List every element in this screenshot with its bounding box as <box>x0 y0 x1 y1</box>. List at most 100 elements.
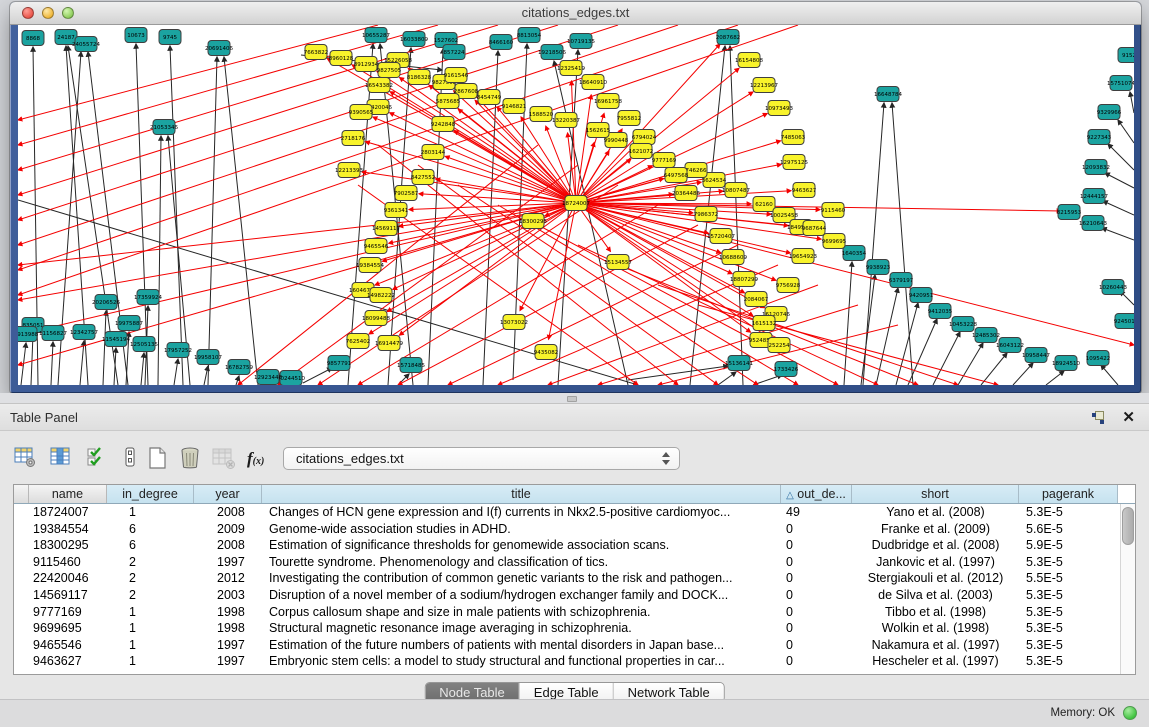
citation-edge-black[interactable] <box>103 311 106 385</box>
column-header-name[interactable]: name <box>29 485 107 503</box>
citation-edge-black[interactable] <box>628 366 728 380</box>
citation-edge-black[interactable] <box>844 262 852 385</box>
table-settings-icon[interactable] <box>14 446 38 472</box>
table-cell[interactable]: 2008 <box>194 537 262 554</box>
table-cell[interactable]: 5.3E-5 <box>1019 620 1118 637</box>
citation-edge-black[interactable] <box>892 103 913 385</box>
table-row[interactable]: 969969511998Structural magnetic resonanc… <box>14 620 1135 637</box>
table-cell[interactable]: 2 <box>107 554 194 571</box>
table-cell[interactable]: 9115460 <box>29 554 107 571</box>
table-cell[interactable]: 5.3E-5 <box>1019 637 1118 654</box>
citation-edge-black[interactable] <box>204 366 208 385</box>
citation-edge-black[interactable] <box>908 319 937 385</box>
table-cell[interactable]: 22420046 <box>29 570 107 587</box>
table-cell[interactable]: 18300295 <box>29 537 107 554</box>
table-cell[interactable]: 5.3E-5 <box>1019 653 1118 670</box>
citation-edge-red[interactable] <box>576 95 591 203</box>
memory-ok-icon[interactable] <box>1123 706 1137 720</box>
table-cell[interactable]: 1998 <box>194 620 262 637</box>
column-header-pagerank[interactable]: pagerank <box>1019 485 1118 503</box>
citation-edge-black[interactable] <box>174 359 178 385</box>
table-cell[interactable]: 0 <box>781 521 852 538</box>
new-table-icon[interactable] <box>146 446 170 472</box>
citation-graph[interactable]: 8868241872405572410673974520691406160338… <box>18 25 1134 385</box>
citation-edge-black[interactable] <box>718 372 736 385</box>
table-row[interactable]: 1456911722003Disruption of a novel membe… <box>14 587 1135 604</box>
citation-edge-red[interactable] <box>18 25 558 195</box>
citation-edge-black[interactable] <box>958 343 983 385</box>
citation-edge-black[interactable] <box>876 288 898 385</box>
citation-edge-black[interactable] <box>933 332 960 385</box>
table-cell[interactable]: Disruption of a novel member of a sodium… <box>262 587 781 604</box>
table-cell[interactable]: 5.3E-5 <box>1019 604 1118 621</box>
citation-edge-black[interactable] <box>896 303 918 385</box>
select-rows-icon[interactable] <box>86 446 110 472</box>
citation-edge-red[interactable] <box>576 203 1134 345</box>
column-header-in_degree[interactable]: in_degree <box>107 485 194 503</box>
citation-edge-red[interactable] <box>393 203 576 289</box>
table-cell[interactable]: 0 <box>781 653 852 670</box>
network-canvas[interactable]: 8868241872405572410673974520691406160338… <box>18 25 1134 385</box>
column-header-year[interactable]: year <box>194 485 262 503</box>
column-header-out_de[interactable]: △ out_de... <box>781 485 852 503</box>
table-cell[interactable]: 0 <box>781 570 852 587</box>
table-cell[interactable]: 1 <box>107 604 194 621</box>
table-cell[interactable]: Genome-wide association studies in ADHD. <box>262 521 781 538</box>
table-cell[interactable]: 9699695 <box>29 620 107 637</box>
table-cell[interactable]: 5.5E-5 <box>1019 570 1118 587</box>
table-cell[interactable]: 1998 <box>194 604 262 621</box>
column-visibility-icon[interactable] <box>50 446 74 472</box>
table-cell[interactable]: 1997 <box>194 554 262 571</box>
table-cell[interactable]: 0 <box>781 537 852 554</box>
citation-edge-black[interactable] <box>208 57 217 385</box>
citation-edge-black[interactable] <box>1130 92 1134 113</box>
table-cell[interactable]: 0 <box>781 620 852 637</box>
column-header-short[interactable]: short <box>852 485 1019 503</box>
table-cell[interactable]: 1 <box>107 620 194 637</box>
table-row[interactable]: 2242004622012Investigating the contribut… <box>14 570 1135 587</box>
citation-edge-black[interactable] <box>1013 363 1033 385</box>
network-table-select[interactable]: citations_edges.txt <box>283 447 680 470</box>
table-cell[interactable]: 18724007 <box>29 504 107 521</box>
table-row[interactable]: 946554611997Estimation of the future num… <box>14 637 1135 654</box>
table-cell[interactable]: 1997 <box>194 637 262 654</box>
citation-edge-black[interactable] <box>1108 144 1134 170</box>
table-cell[interactable]: Tibbo et al. (1998) <box>852 604 1019 621</box>
citation-edge-black[interactable] <box>80 341 84 385</box>
table-row[interactable]: 1938455462009Genome-wide association stu… <box>14 521 1135 538</box>
table-cell[interactable]: Corpus callosum shape and size in male p… <box>262 604 781 621</box>
table-cell[interactable]: 5.3E-5 <box>1019 504 1118 521</box>
table-cell[interactable]: 9465546 <box>29 637 107 654</box>
table-cell[interactable]: 0 <box>781 604 852 621</box>
citation-edge-red[interactable] <box>576 203 768 338</box>
table-cell[interactable]: 0 <box>781 637 852 654</box>
table-cell[interactable]: 19384554 <box>29 521 107 538</box>
table-cell[interactable]: 5.9E-5 <box>1019 537 1118 554</box>
citation-edge-black[interactable] <box>1102 228 1134 240</box>
window-titlebar[interactable]: citations_edges.txt <box>10 2 1141 25</box>
citation-edge-black[interactable] <box>303 368 332 383</box>
delete-table-icon[interactable] <box>178 446 202 472</box>
citation-edge-black[interactable] <box>730 46 743 385</box>
table-cell[interactable]: 49 <box>781 504 852 521</box>
table-cell[interactable]: Wolkin et al. (1998) <box>852 620 1019 637</box>
table-cell[interactable]: 5.3E-5 <box>1019 587 1118 604</box>
table-cell[interactable]: 0 <box>781 587 852 604</box>
citation-edge-black[interactable] <box>861 275 875 385</box>
function-builder-icon[interactable]: f(x) <box>247 449 271 475</box>
table-cell[interactable]: Dudbridge et al. (2008) <box>852 537 1019 554</box>
table-cell[interactable]: Estimation of the future numbers of pati… <box>262 637 781 654</box>
table-cell[interactable]: 5.6E-5 <box>1019 521 1118 538</box>
table-cell[interactable]: Tourette syndrome. Phenomenology and cla… <box>262 554 781 571</box>
scrollbar-thumb[interactable] <box>1122 507 1134 545</box>
table-cell[interactable]: Investigating the contribution of common… <box>262 570 781 587</box>
table-row[interactable]: 1830029562008Estimation of significance … <box>14 537 1135 554</box>
table-cell[interactable]: Structural magnetic resonance image aver… <box>262 620 781 637</box>
close-panel-icon[interactable]: ✕ <box>1122 408 1135 426</box>
panel-splitter[interactable] <box>0 393 1149 403</box>
table-cell[interactable]: 0 <box>781 554 852 571</box>
citation-edge-red[interactable] <box>419 194 576 203</box>
float-panel-icon[interactable] <box>1092 411 1105 424</box>
table-cell[interactable]: 9463627 <box>29 653 107 670</box>
table-cell[interactable]: 14569117 <box>29 587 107 604</box>
